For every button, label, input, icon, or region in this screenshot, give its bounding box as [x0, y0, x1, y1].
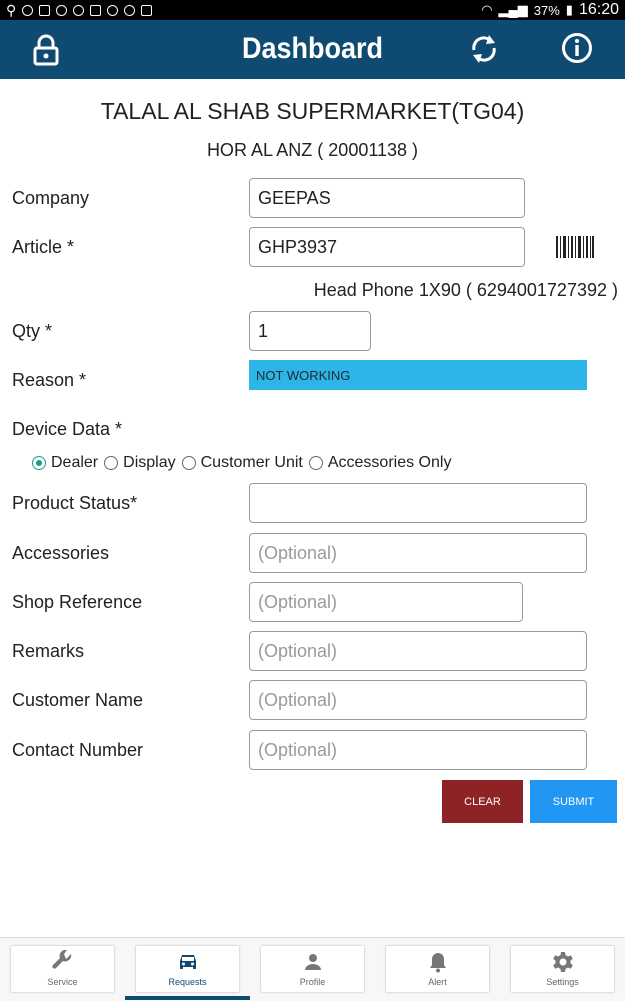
radio-selected-icon[interactable] [32, 456, 46, 470]
company-label: Company [12, 188, 90, 208]
image-icon [90, 4, 102, 16]
page-title: Dashboard [241, 32, 384, 65]
gear-icon [552, 952, 573, 972]
customer-name-field[interactable] [249, 680, 587, 720]
submit-button[interactable]: SUBMIT [530, 780, 617, 823]
wrench-icon [51, 950, 71, 969]
product-status-field[interactable] [249, 483, 587, 523]
article-description: Head Phone 1X90 ( 6294001727392 ) [313, 280, 618, 300]
info-icon[interactable] [561, 32, 593, 69]
customer-name-label: Customer Name [12, 690, 144, 710]
qty-field[interactable] [249, 311, 371, 351]
nav-tab-service[interactable]: Service [11, 946, 114, 992]
nav-label-alert: Alert [428, 977, 447, 987]
car-icon [179, 955, 196, 969]
usb-icon: ⚲ [6, 1, 17, 18]
nav-tab-profile[interactable]: Profile [261, 946, 364, 992]
bottom-navigation: Service Requests Profile Alert Settings [0, 937, 625, 1001]
status-bar: ⚲ ◠ ▂▄▆ 37% ▮ 16:20 [0, 0, 625, 20]
radio-display[interactable]: Display [104, 454, 176, 472]
accessories-field[interactable] [249, 533, 587, 573]
contact-number-field[interactable] [249, 730, 587, 770]
radio-label: Accessories Only [327, 454, 452, 471]
article-field[interactable] [249, 227, 525, 267]
article-label: Article * [12, 237, 75, 257]
battery-icon: ▮ [565, 2, 573, 17]
active-tab-indicator [125, 996, 250, 1000]
nav-label-profile: Profile [299, 977, 326, 987]
shield-icon [124, 4, 136, 16]
radio-unselected-icon[interactable] [104, 456, 119, 470]
nav-tab-settings[interactable]: Settings [511, 946, 614, 992]
accessories-label: Accessories [12, 543, 110, 563]
radio-unselected-icon[interactable] [181, 456, 196, 470]
remarks-field[interactable] [249, 631, 587, 671]
qty-label: Qty * [12, 321, 53, 341]
radio-unselected-icon[interactable] [308, 456, 323, 470]
radio-accessories-only[interactable]: Accessories Only [308, 454, 452, 472]
store-name: TALAL AL SHAB SUPERMARKET(TG04) [100, 98, 525, 124]
device-data-label: Device Data * [12, 419, 123, 439]
nav-tab-requests[interactable]: Requests [136, 946, 239, 992]
radio-customer-unit[interactable]: Customer Unit [181, 454, 303, 472]
sync-icon[interactable] [468, 32, 500, 71]
remarks-label: Remarks [12, 641, 85, 661]
battery-percent: 37% [533, 2, 560, 18]
app-bar: Dashboard [0, 20, 625, 79]
mail-icon [141, 4, 153, 16]
device-data-radio-group: Dealer Display Customer Unit Accessories… [32, 454, 457, 472]
document-icon [39, 4, 51, 16]
radio-label: Display [123, 454, 176, 471]
reason-select[interactable]: NOT WORKING [249, 360, 587, 390]
signal-icon: ▂▄▆ [498, 2, 528, 17]
notification-icons: ⚲ [6, 1, 153, 19]
shop-reference-label: Shop Reference [12, 592, 143, 612]
bell-icon [429, 953, 446, 973]
radio-label: Customer Unit [200, 454, 303, 471]
product-status-label: Product Status* [12, 493, 138, 513]
clear-button[interactable]: CLEAR [442, 780, 523, 823]
settings-icon [107, 4, 119, 16]
nav-tab-alert[interactable]: Alert [386, 946, 489, 992]
clock: 16:20 [578, 1, 619, 18]
store-location: HOR AL ANZ ( 20001138 ) [206, 140, 419, 160]
shield-icon [22, 4, 34, 16]
nav-label-service: Service [47, 977, 78, 987]
alert-icon [73, 4, 85, 16]
contact-number-label: Contact Number [12, 740, 144, 760]
nav-label-requests: Requests [168, 977, 207, 987]
radio-dealer[interactable]: Dealer [32, 454, 98, 472]
wifi-icon: ◠ [481, 2, 493, 17]
radio-label: Dealer [51, 454, 99, 471]
shield-icon [56, 4, 68, 16]
nav-label-settings: Settings [546, 977, 579, 987]
company-field[interactable] [249, 178, 525, 218]
barcode-scan-icon[interactable] [556, 236, 594, 263]
person-icon [304, 954, 321, 970]
shop-reference-field[interactable] [249, 582, 523, 622]
reason-label: Reason * [12, 370, 87, 390]
